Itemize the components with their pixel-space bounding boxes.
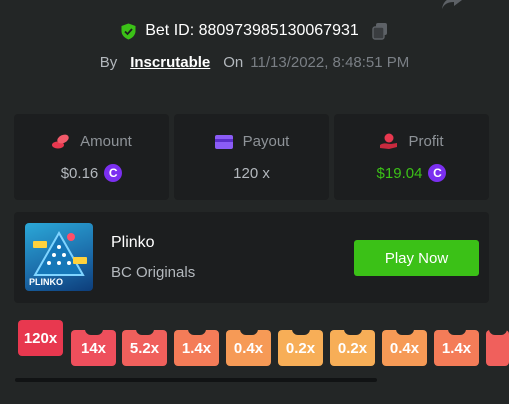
stat-payout: Payout 120 x <box>174 114 329 200</box>
multiplier-cell: 0.2x <box>330 330 375 366</box>
currency-coin-icon: C <box>104 164 123 182</box>
stat-payout-label: Payout <box>242 133 290 150</box>
card-icon <box>214 134 233 149</box>
multiplier-cell: 1.4x <box>174 330 219 366</box>
stat-amount-value: $0.16 <box>60 164 99 182</box>
currency-coin-icon: C <box>428 164 447 182</box>
stat-profit-value: $19.04 <box>376 164 423 182</box>
share-icon[interactable] <box>440 0 464 12</box>
multiplier-cell: 120x <box>18 320 63 356</box>
multiplier-cell: 1.4x <box>434 330 479 366</box>
multiplier-cell: 5.2x <box>122 330 167 366</box>
copy-icon[interactable] <box>371 22 389 40</box>
stat-payout-value: 120 x <box>233 164 270 182</box>
stat-profit-label: Profit <box>408 132 444 150</box>
game-name: Plinko <box>111 234 155 251</box>
on-label: On <box>223 54 244 71</box>
game-card: PLINKO Plinko BC Originals Play Now <box>14 212 489 303</box>
by-label: By <box>99 54 118 71</box>
multiplier-cell: 0.2x <box>278 330 323 366</box>
coins-icon <box>52 134 69 149</box>
multiplier-cell: 0.4x <box>226 330 271 366</box>
multiplier-row: 120x 14x 5.2x 1.4x 0.4x 0.2x 0.2x 0.4x 1… <box>0 320 509 370</box>
stat-profit: Profit $19.04 C <box>334 114 489 200</box>
game-provider: BC Originals <box>111 264 196 281</box>
game-thumbnail[interactable]: PLINKO <box>25 223 93 291</box>
bet-id-row: Bet ID: 880973985130067931 <box>0 22 509 40</box>
play-now-button[interactable]: Play Now <box>354 240 479 276</box>
verified-shield-icon <box>121 23 136 39</box>
stat-amount: Amount $0.16 C <box>14 114 169 200</box>
multiplier-cell <box>486 330 509 366</box>
bet-meta-row: By Inscrutable On 11/13/2022, 8:48:51 PM <box>0 54 509 71</box>
stat-amount-label: Amount <box>80 132 132 150</box>
bet-date: 11/13/2022, 8:48:51 PM <box>250 54 410 71</box>
profit-icon <box>380 133 398 149</box>
multiplier-cell: 14x <box>71 330 116 366</box>
bet-stats: Amount $0.16 C Payout 120 x Profit $19.0… <box>14 114 489 200</box>
user-link[interactable]: Inscrutable <box>130 54 210 71</box>
bet-id: Bet ID: 880973985130067931 <box>145 22 359 39</box>
multiplier-cell: 0.4x <box>382 330 427 366</box>
thumbnail-label: PLINKO <box>29 277 64 287</box>
horizontal-scrollbar[interactable] <box>15 378 377 382</box>
